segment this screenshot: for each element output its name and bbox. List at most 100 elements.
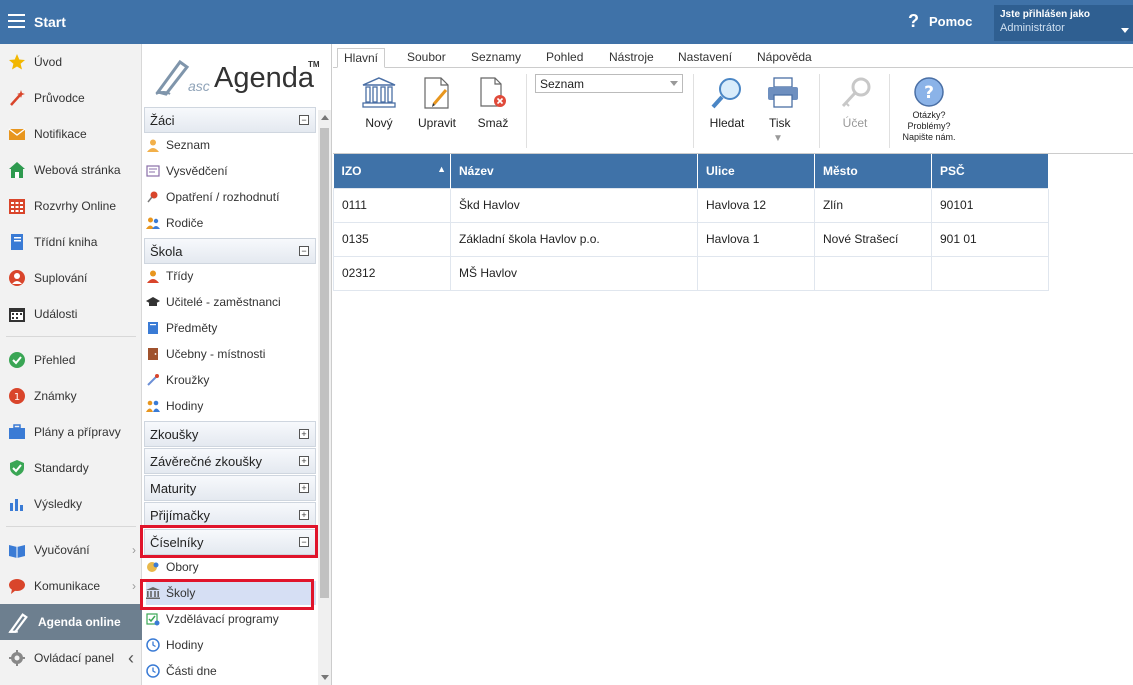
sidebar-item-agenda-online[interactable]: Agenda online (0, 604, 142, 640)
collapse-icon[interactable]: − (299, 115, 309, 125)
table-header-row: IZO ▲ Název Ulice Město PSČ (333, 154, 1049, 188)
list-item-vysvedceni[interactable]: Vysvědčení (146, 159, 316, 183)
edit-button[interactable]: Upravit (415, 76, 459, 130)
tab-seznamy[interactable]: Seznamy (465, 48, 527, 68)
tab-nastroje[interactable]: Nástroje (603, 48, 660, 68)
ribbon-tabs: Hlavní Soubor Seznamy Pohled Nástroje Na… (333, 44, 1133, 68)
list-item-skoly[interactable]: Školy (146, 581, 316, 605)
open-book-icon (9, 545, 25, 558)
tab-nastaveni[interactable]: Nastavení (672, 48, 738, 68)
scroll-thumb[interactable] (320, 128, 329, 598)
support-button[interactable]: ? Otázky? Problémy? Napište nám. (897, 76, 961, 143)
table-row[interactable]: 0135 Základní škola Havlov p.o. Havlova … (333, 221, 1049, 257)
sidebar-item-komunikace[interactable]: Komunikace › (0, 568, 142, 604)
student-icon (147, 139, 159, 152)
list-item-label: Vysvědčení (166, 164, 228, 178)
sidebar-item-rozvrhy-online[interactable]: Rozvrhy Online (0, 188, 142, 224)
question-icon: ? (908, 11, 919, 31)
list-item-tridy[interactable]: Třídy (146, 264, 316, 288)
book-icon (11, 234, 23, 250)
print-dropdown-icon[interactable]: ▼ (773, 133, 783, 144)
sidebar-item-prehled[interactable]: Přehled (0, 342, 142, 378)
delete-button[interactable]: Smaž (475, 76, 511, 130)
find-button-label: Hledat (709, 116, 745, 130)
sidebar-item-vyucovani[interactable]: Vyučování › (0, 532, 142, 568)
find-button[interactable]: Hledat (705, 76, 749, 130)
list-item-ucitele[interactable]: Učitelé - zaměstnanci (146, 290, 316, 314)
section-title: Přijímačky (150, 507, 210, 523)
sidebar-item-ovladaci-panel[interactable]: Ovládací panel ‹ (0, 640, 142, 676)
list-item-obory[interactable]: Obory (146, 555, 316, 579)
agenda-panel: asc Agenda TM Žáci − Seznam Vysvědčení O… (140, 44, 332, 685)
list-item-opatreni[interactable]: Opatření / rozhodnutí (146, 185, 316, 209)
tab-napoveda[interactable]: Nápověda (751, 48, 818, 68)
house-icon (9, 162, 25, 178)
start-label[interactable]: Start (34, 14, 66, 30)
section-maturity[interactable]: Maturity + (144, 475, 316, 501)
table-row[interactable]: 0111 Škd Havlov Havlova 12 Zlín 90101 (333, 187, 1049, 223)
column-header-mesto[interactable]: Město (814, 154, 932, 188)
collapse-sidebar-icon[interactable]: ‹ (128, 648, 134, 669)
sidebar-item-udalosti[interactable]: Události (0, 296, 142, 332)
tab-hlavni[interactable]: Hlavní (337, 48, 386, 68)
section-zaci[interactable]: Žáci − (144, 107, 316, 133)
sidebar-item-webova-stranka[interactable]: Webová stránka (0, 152, 142, 188)
account-button-label: Účet (842, 116, 868, 130)
sidebar-item-suplovani[interactable]: Suplování (0, 260, 142, 296)
section-ciselniky[interactable]: Číselníky − (144, 529, 316, 555)
list-item-label: Kroužky (166, 373, 210, 387)
sidebar-item-label: Výsledky (34, 497, 83, 511)
column-header-izo[interactable]: IZO ▲ (333, 154, 451, 188)
sidebar-item-uvod[interactable]: Úvod (0, 44, 142, 80)
section-zkousky[interactable]: Zkoušky + (144, 421, 316, 447)
list-item-krouzky[interactable]: Kroužky (146, 368, 316, 392)
expand-icon[interactable]: + (299, 510, 309, 520)
tab-soubor[interactable]: Soubor (401, 48, 452, 68)
column-header-nazev[interactable]: Název (450, 154, 698, 188)
expand-icon[interactable]: + (299, 483, 309, 493)
list-item-seznam[interactable]: Seznam (146, 133, 316, 157)
panel-scrollbar[interactable] (318, 110, 331, 685)
column-header-ulice[interactable]: Ulice (697, 154, 815, 188)
sidebar-item-vysledky[interactable]: Výsledky (0, 486, 142, 522)
group-icon (146, 400, 160, 412)
list-item-label: Učitelé - zaměstnanci (166, 295, 281, 309)
cell-izo: 0111 (333, 187, 451, 223)
list-item-vzdelavaci-programy[interactable]: Vzdělávací programy (146, 607, 316, 631)
view-select[interactable]: Seznam (535, 74, 683, 93)
section-skola[interactable]: Škola − (144, 238, 316, 264)
section-prijimacky[interactable]: Přijímačky + (144, 502, 316, 528)
tab-pohled[interactable]: Pohled (540, 48, 589, 68)
sidebar-item-znamky[interactable]: 1 Známky (0, 378, 142, 414)
scroll-down-icon[interactable] (321, 675, 329, 680)
expand-icon[interactable]: + (299, 429, 309, 439)
sidebar-item-label: Přehled (34, 353, 76, 367)
hamburger-menu-icon[interactable] (8, 14, 25, 28)
list-item-rodice[interactable]: Rodiče (146, 211, 316, 235)
expand-icon[interactable]: + (299, 456, 309, 466)
scroll-up-icon[interactable] (321, 115, 329, 120)
collapse-icon[interactable]: − (299, 246, 309, 256)
new-button[interactable]: Nový (359, 76, 399, 130)
list-item-hodiny[interactable]: Hodiny (146, 633, 316, 657)
table-row[interactable]: 02312 MŠ Havlov (333, 255, 1049, 291)
list-item-ucebny[interactable]: Učebny - místnosti (146, 342, 316, 366)
user-menu[interactable]: Jste přihlášen jako Administrátor (994, 5, 1133, 41)
sidebar-item-standardy[interactable]: Standardy (0, 450, 142, 486)
column-header-psc[interactable]: PSČ (931, 154, 1049, 188)
collapse-icon[interactable]: − (299, 537, 309, 547)
list-item-label: Obory (166, 560, 199, 574)
support-line-3: Napište nám. (902, 132, 956, 142)
cell-nazev: Základní škola Havlov p.o. (450, 221, 698, 257)
list-item-casti-dne[interactable]: Části dne (146, 659, 316, 683)
list-item-hodiny-skola[interactable]: Hodiny (146, 394, 316, 418)
help-button[interactable]: ? Pomoc (908, 12, 972, 30)
sidebar-item-tridni-kniha[interactable]: Třídní kniha (0, 224, 142, 260)
sidebar-item-plany-a-pripravy[interactable]: Plány a přípravy (0, 414, 142, 450)
print-button[interactable]: Tisk ▼ (765, 76, 809, 144)
section-zaverecne-zkousky[interactable]: Závěrečné zkoušky + (144, 448, 316, 474)
list-item-predmety[interactable]: Předměty (146, 316, 316, 340)
sidebar-item-pruvodce[interactable]: Průvodce (0, 80, 142, 116)
account-button[interactable]: Účet (833, 76, 877, 130)
sidebar-item-notifikace[interactable]: Notifikace (0, 116, 142, 152)
